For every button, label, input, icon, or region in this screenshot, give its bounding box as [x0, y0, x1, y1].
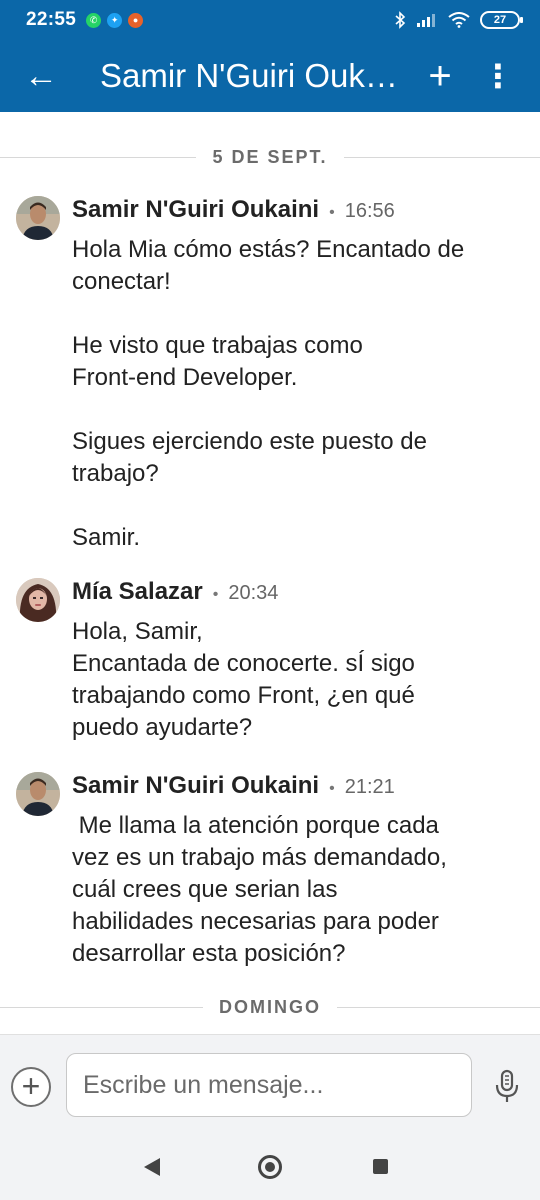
status-time: 22:55: [26, 9, 77, 30]
separator-dot: •: [212, 586, 219, 603]
date-divider: 5 DE SEPT.: [0, 142, 540, 172]
sender-name[interactable]: Mía Salazar: [72, 578, 203, 606]
separator-dot: •: [329, 204, 335, 221]
nav-home-icon[interactable]: [258, 1155, 282, 1179]
message-list[interactable]: 5 DE SEPT. Samir N'Guiri Oukaini • 16:56…: [0, 112, 540, 1034]
signal-icon: [417, 14, 435, 27]
plus-icon[interactable]: +: [420, 56, 460, 96]
sender-name[interactable]: Samir N'Guiri Oukaini: [72, 772, 319, 800]
bluetooth-icon: [395, 11, 406, 29]
microphone-icon[interactable]: [494, 1069, 520, 1105]
plus-circle-icon[interactable]: +: [11, 1067, 51, 1107]
date-divider-label: 5 DE SEPT.: [212, 146, 328, 167]
message-item: Samir N'Guiri Oukaini • 21:21 Me llama l…: [16, 772, 526, 972]
date-divider-label: DOMINGO: [219, 996, 321, 1017]
notification-icons: ✆ ✦ ●: [86, 12, 144, 28]
date-divider: DOMINGO: [0, 992, 540, 1022]
message-time: 16:56: [344, 200, 395, 222]
whatsapp-icon: ✆: [86, 12, 102, 28]
status-bar: 22:55 ✆ ✦ ● 27: [0, 0, 540, 40]
message-text: Me llama la atención porque cada vez es …: [72, 812, 447, 967]
system-navigation-bar: [0, 1136, 540, 1200]
message-time: 20:34: [228, 582, 279, 604]
message-time: 21:21: [344, 776, 395, 798]
message-item: Mía Salazar • 20:34 Hola, Samir, Encanta…: [16, 578, 526, 748]
conversation-title: Samir N'Guiri Oukaini: [100, 57, 400, 94]
avatar[interactable]: [16, 772, 60, 816]
message-composer: + Escribe un mensaje...: [0, 1034, 540, 1137]
wifi-icon: [448, 12, 470, 28]
message-input[interactable]: Escribe un mensaje...: [66, 1053, 472, 1117]
arrow-left-icon[interactable]: ←: [24, 59, 64, 93]
app-notification-icon: ●: [128, 12, 144, 28]
avatar[interactable]: [16, 196, 60, 240]
more-vertical-icon[interactable]: ⋮: [482, 60, 514, 92]
separator-dot: •: [329, 780, 335, 797]
message-item: Samir N'Guiri Oukaini • 16:56 Hola Mia c…: [16, 196, 526, 556]
sender-name[interactable]: Samir N'Guiri Oukaini: [72, 196, 319, 224]
nav-back-icon[interactable]: [144, 1158, 160, 1176]
battery-indicator: 27: [480, 11, 523, 29]
message-text: Hola Mia cómo estás? Encantado de conect…: [72, 236, 465, 551]
avatar[interactable]: [16, 578, 60, 622]
message-text: Hola, Samir, Encantada de conocerte. sÍ …: [72, 618, 415, 741]
twitter-icon: ✦: [107, 12, 123, 28]
conversation-header: ← Samir N'Guiri Oukaini + ⋮: [0, 40, 540, 112]
nav-recent-icon[interactable]: [373, 1159, 388, 1174]
